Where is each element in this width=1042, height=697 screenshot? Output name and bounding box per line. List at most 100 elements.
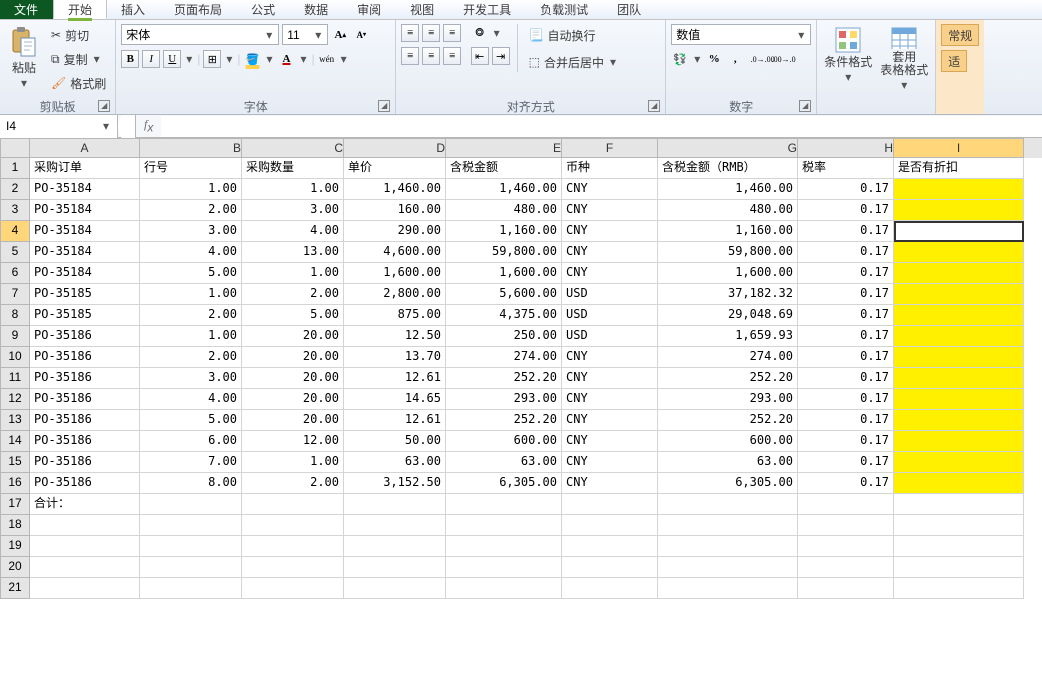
- column-header[interactable]: B: [140, 138, 242, 158]
- copy-button[interactable]: ⧉复制▾: [47, 48, 110, 70]
- cell[interactable]: [140, 557, 242, 578]
- fx-icon[interactable]: fx: [136, 117, 161, 134]
- cell[interactable]: [894, 557, 1024, 578]
- tab-team[interactable]: 团队: [603, 0, 656, 19]
- cell[interactable]: 5.00: [140, 410, 242, 431]
- cell[interactable]: 3,152.50: [344, 473, 446, 494]
- cell[interactable]: CNY: [562, 200, 658, 221]
- cell[interactable]: [894, 431, 1024, 452]
- cell[interactable]: [658, 515, 798, 536]
- cell[interactable]: [242, 557, 344, 578]
- phonetic-button[interactable]: wén: [318, 50, 336, 68]
- policy-button[interactable]: 常规: [941, 24, 979, 46]
- tab-dev[interactable]: 开发工具: [449, 0, 526, 19]
- cell[interactable]: [798, 557, 894, 578]
- cell[interactable]: [658, 578, 798, 599]
- increase-font-button[interactable]: A▴: [331, 26, 349, 44]
- cell[interactable]: 采购数量: [242, 158, 344, 179]
- cell[interactable]: CNY: [562, 242, 658, 263]
- cell[interactable]: PO-35186: [30, 431, 140, 452]
- cell[interactable]: 5.00: [242, 305, 344, 326]
- number-format-select[interactable]: 数值▾: [671, 24, 811, 45]
- cell[interactable]: CNY: [562, 389, 658, 410]
- cell[interactable]: 2.00: [140, 200, 242, 221]
- cell[interactable]: 12.00: [242, 431, 344, 452]
- cell[interactable]: 252.20: [658, 410, 798, 431]
- cell[interactable]: 59,800.00: [446, 242, 562, 263]
- column-header[interactable]: G: [658, 138, 798, 158]
- increase-decimal-button[interactable]: .0→.00: [754, 50, 772, 68]
- select-all-corner[interactable]: [0, 138, 30, 158]
- cell[interactable]: 1,600.00: [658, 263, 798, 284]
- cell[interactable]: [30, 536, 140, 557]
- cell[interactable]: [894, 536, 1024, 557]
- column-header[interactable]: A: [30, 138, 140, 158]
- fill-color-button[interactable]: 🪣: [244, 50, 262, 68]
- row-header[interactable]: 13: [0, 410, 30, 431]
- accounting-format-button[interactable]: 💱: [671, 50, 689, 68]
- cell[interactable]: [658, 494, 798, 515]
- tab-insert[interactable]: 插入: [107, 0, 160, 19]
- cell[interactable]: 274.00: [658, 347, 798, 368]
- dialog-launcher[interactable]: ◢: [378, 100, 390, 112]
- cell[interactable]: 160.00: [344, 200, 446, 221]
- border-button[interactable]: ⊞: [203, 50, 221, 68]
- cell[interactable]: [344, 557, 446, 578]
- cell[interactable]: PO-35186: [30, 368, 140, 389]
- cell[interactable]: 含税金额: [446, 158, 562, 179]
- cell[interactable]: PO-35186: [30, 347, 140, 368]
- row-header[interactable]: 6: [0, 263, 30, 284]
- cell[interactable]: 含税金额（RMB）: [658, 158, 798, 179]
- cell[interactable]: 12.50: [344, 326, 446, 347]
- cell[interactable]: 6,305.00: [446, 473, 562, 494]
- conditional-format-button[interactable]: 条件格式▾: [822, 24, 874, 94]
- merge-center-button[interactable]: ⬚合并后居中▾: [525, 51, 622, 73]
- cell[interactable]: 0.17: [798, 200, 894, 221]
- cell[interactable]: 0.17: [798, 473, 894, 494]
- align-top-button[interactable]: ≡: [401, 24, 419, 42]
- font-name-select[interactable]: 宋体▾: [121, 24, 279, 45]
- cell[interactable]: 是否有折扣: [894, 158, 1024, 179]
- row-header[interactable]: 18: [0, 515, 30, 536]
- cut-button[interactable]: ✂剪切: [47, 24, 110, 46]
- cell[interactable]: 37,182.32: [658, 284, 798, 305]
- cell[interactable]: [344, 536, 446, 557]
- cell[interactable]: [658, 557, 798, 578]
- row-header[interactable]: 5: [0, 242, 30, 263]
- cell[interactable]: 480.00: [658, 200, 798, 221]
- decrease-font-button[interactable]: A▾: [352, 26, 370, 44]
- cell[interactable]: 1.00: [140, 284, 242, 305]
- cell[interactable]: 税率: [798, 158, 894, 179]
- cell[interactable]: [894, 452, 1024, 473]
- dialog-launcher[interactable]: ◢: [799, 100, 811, 112]
- cell[interactable]: [30, 557, 140, 578]
- cell[interactable]: 采购订单: [30, 158, 140, 179]
- cell[interactable]: 290.00: [344, 221, 446, 242]
- cell[interactable]: [242, 536, 344, 557]
- cell[interactable]: [140, 578, 242, 599]
- align-bottom-button[interactable]: ≡: [443, 24, 461, 42]
- cell[interactable]: [140, 536, 242, 557]
- tab-layout[interactable]: 页面布局: [160, 0, 237, 19]
- cell[interactable]: [658, 536, 798, 557]
- cell[interactable]: 0.17: [798, 305, 894, 326]
- cell[interactable]: USD: [562, 284, 658, 305]
- cell[interactable]: USD: [562, 305, 658, 326]
- cell[interactable]: 2.00: [242, 473, 344, 494]
- cell[interactable]: 0.17: [798, 368, 894, 389]
- cell[interactable]: PO-35184: [30, 200, 140, 221]
- cell[interactable]: 4.00: [140, 242, 242, 263]
- row-header[interactable]: 16: [0, 473, 30, 494]
- cell[interactable]: 29,048.69: [658, 305, 798, 326]
- cell[interactable]: [242, 578, 344, 599]
- row-header[interactable]: 10: [0, 347, 30, 368]
- row-header[interactable]: 7: [0, 284, 30, 305]
- cell[interactable]: CNY: [562, 473, 658, 494]
- cell[interactable]: 4.00: [242, 221, 344, 242]
- cell[interactable]: 0.17: [798, 326, 894, 347]
- cell[interactable]: 1.00: [242, 263, 344, 284]
- row-header[interactable]: 17: [0, 494, 30, 515]
- cell[interactable]: PO-35186: [30, 389, 140, 410]
- cell[interactable]: 0.17: [798, 431, 894, 452]
- cell[interactable]: 63.00: [658, 452, 798, 473]
